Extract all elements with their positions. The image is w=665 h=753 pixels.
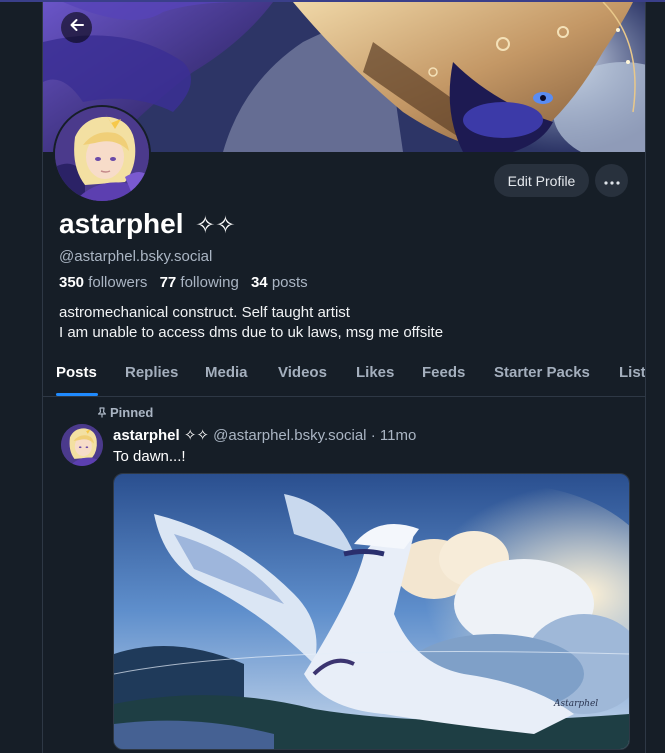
post-author-name[interactable]: astarphel ✧✧ <box>113 427 209 444</box>
profile-bio: astromechanical construct. Self taught a… <box>59 303 443 343</box>
back-button[interactable] <box>61 12 92 43</box>
avatar-illustration <box>55 107 149 201</box>
bio-line: astromechanical construct. Self taught a… <box>59 304 350 321</box>
active-tab-indicator <box>56 393 98 396</box>
pinned-label: Pinned <box>110 405 154 420</box>
profile-handle: @astarphel.bsky.social <box>59 248 213 265</box>
post-author-avatar[interactable] <box>61 424 103 466</box>
followers-label: followers <box>88 274 148 291</box>
display-name-text: astarphel <box>59 208 184 239</box>
followers-link[interactable]: 350 followers <box>59 274 147 291</box>
following-count: 77 <box>159 274 177 291</box>
post-author-handle[interactable]: @astarphel.bsky.social <box>213 427 366 444</box>
post-header: astarphel ✧✧ @astarphel.bsky.social · 11… <box>113 426 416 444</box>
pinned-indicator: Pinned <box>97 405 153 420</box>
tab-videos[interactable]: Videos <box>278 364 327 381</box>
post-separator: · <box>370 427 376 444</box>
posts-count: 34 <box>250 274 268 291</box>
tab-feeds[interactable]: Feeds <box>422 364 465 381</box>
post-timestamp[interactable]: 11mo <box>380 427 416 444</box>
post-image-artwork: Astarphel <box>114 474 629 749</box>
posts-stat: 34 posts <box>251 274 308 291</box>
arrow-left-icon <box>68 16 86 39</box>
tab-media[interactable]: Media <box>205 364 248 381</box>
post-avatar-illustration <box>61 424 103 466</box>
more-options-button[interactable] <box>595 164 628 197</box>
tab-likes[interactable]: Likes <box>356 364 394 381</box>
edit-profile-button[interactable]: Edit Profile <box>494 164 589 197</box>
sparkle-icon: ✧✧ <box>195 212 236 239</box>
tab-starter-packs[interactable]: Starter Packs <box>494 364 590 381</box>
posts-label: posts <box>271 274 308 291</box>
tab-replies[interactable]: Replies <box>125 364 178 381</box>
profile-column: Edit Profile astarphel ✧✧ @astarphel.bsk… <box>42 2 646 753</box>
display-name: astarphel ✧✧ <box>59 208 236 240</box>
ellipsis-icon <box>603 172 620 190</box>
following-link[interactable]: 77 following <box>160 274 239 291</box>
pin-icon <box>97 405 110 420</box>
following-label: following <box>180 274 239 291</box>
profile-avatar[interactable] <box>53 105 151 203</box>
bio-line: I am unable to access dms due to uk laws… <box>59 324 444 341</box>
profile-stats: 350 followers 77 following 34 posts <box>59 274 308 291</box>
tab-lists[interactable]: List <box>619 364 645 381</box>
profile-tabs: Posts Replies Media Videos Likes Feeds S… <box>43 358 645 397</box>
post-text: To dawn...! <box>113 448 186 465</box>
svg-text:Astarphel: Astarphel <box>553 699 598 709</box>
tab-posts[interactable]: Posts <box>56 364 97 381</box>
followers-count: 350 <box>59 274 85 291</box>
post-image[interactable]: Astarphel <box>113 473 630 750</box>
